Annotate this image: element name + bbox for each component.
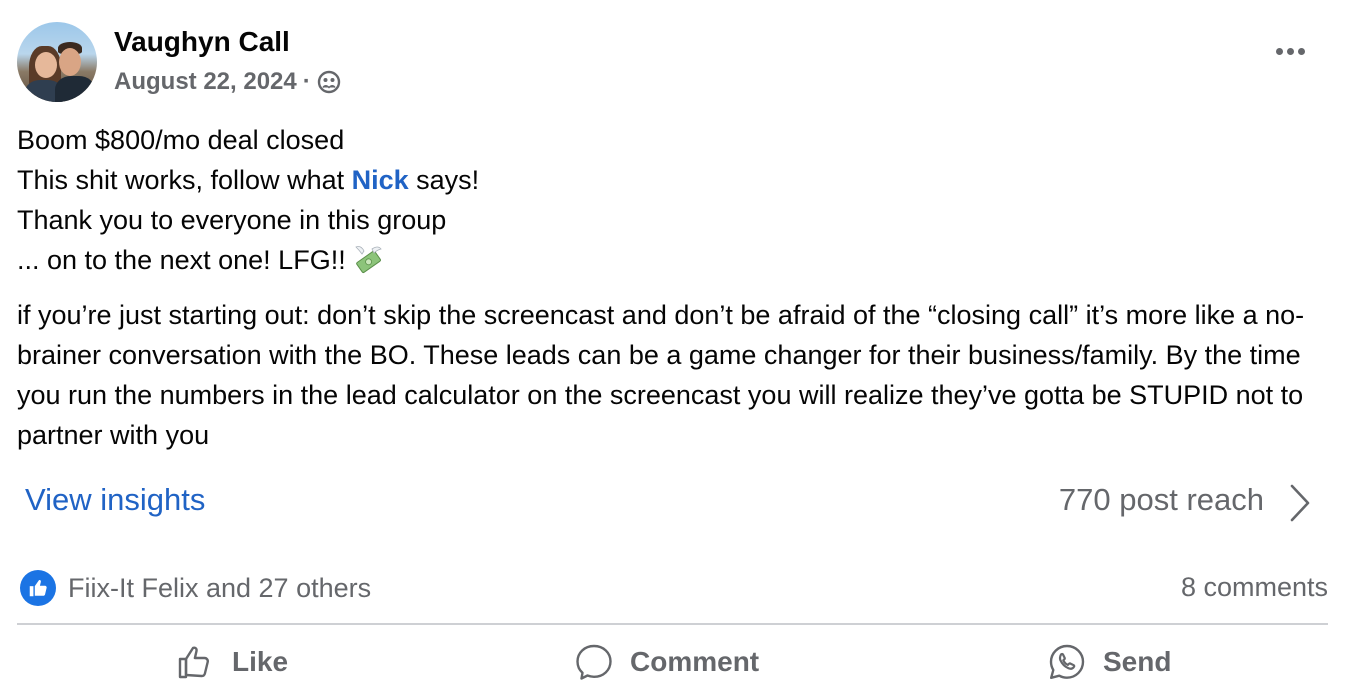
- divider: [17, 623, 1328, 625]
- author-avatar[interactable]: [17, 22, 97, 102]
- avatar-photo-part: [35, 52, 57, 78]
- post-line: ... on to the next one! LFG!!: [17, 240, 1327, 280]
- reaction-summary[interactable]: Fiix-It Felix and 27 others: [20, 570, 371, 606]
- post-body: Boom $800/mo deal closed This shit works…: [17, 120, 1327, 455]
- post-text: This shit works, follow what: [17, 165, 352, 195]
- post-line: Thank you to everyone in this group: [17, 205, 447, 235]
- send-label: Send: [1103, 646, 1172, 677]
- comment-label: Comment: [630, 646, 760, 677]
- post-line: Boom $800/mo deal closed: [17, 125, 345, 155]
- post-line: This shit works, follow what Nick says!: [17, 160, 1327, 200]
- comment-button[interactable]: Comment: [574, 642, 759, 682]
- post-date[interactable]: August 22, 2024: [114, 68, 297, 96]
- post-meta: August 22, 2024 ·: [114, 68, 341, 96]
- group-icon[interactable]: [317, 70, 341, 94]
- money-with-wings-icon: [354, 246, 382, 273]
- more-dot: [1298, 48, 1305, 55]
- like-label: Like: [232, 646, 289, 677]
- mention-link[interactable]: Nick: [352, 165, 409, 195]
- post-text: says!: [408, 165, 480, 195]
- comment-bubble-icon: [576, 644, 612, 680]
- reactions-text: Fiix-It Felix and 27 others: [68, 572, 372, 603]
- send-button[interactable]: Send: [1047, 642, 1171, 682]
- avatar-photo-part: [59, 48, 81, 76]
- like-button[interactable]: Like: [176, 642, 288, 682]
- like-reaction-icon: [20, 570, 56, 606]
- post-text: ... on to the next one! LFG!!: [17, 245, 346, 275]
- avatar-photo-part: [55, 76, 95, 102]
- thumbs-up-icon: [178, 646, 209, 679]
- post-reach[interactable]: 770 post reach: [1059, 482, 1264, 518]
- more-dot: [1287, 48, 1294, 55]
- whatsapp-icon: [1049, 644, 1085, 679]
- author-name[interactable]: Vaughyn Call: [114, 26, 290, 58]
- post-paragraph: if you’re just starting out: don’t skip …: [17, 300, 1305, 450]
- view-insights-link[interactable]: View insights: [25, 482, 205, 518]
- more-dot: [1276, 48, 1283, 55]
- chevron-right-icon[interactable]: [1286, 482, 1316, 524]
- comments-count[interactable]: 8 comments: [1181, 572, 1328, 603]
- meta-separator: ·: [302, 68, 311, 95]
- more-options-icon[interactable]: [1276, 48, 1305, 55]
